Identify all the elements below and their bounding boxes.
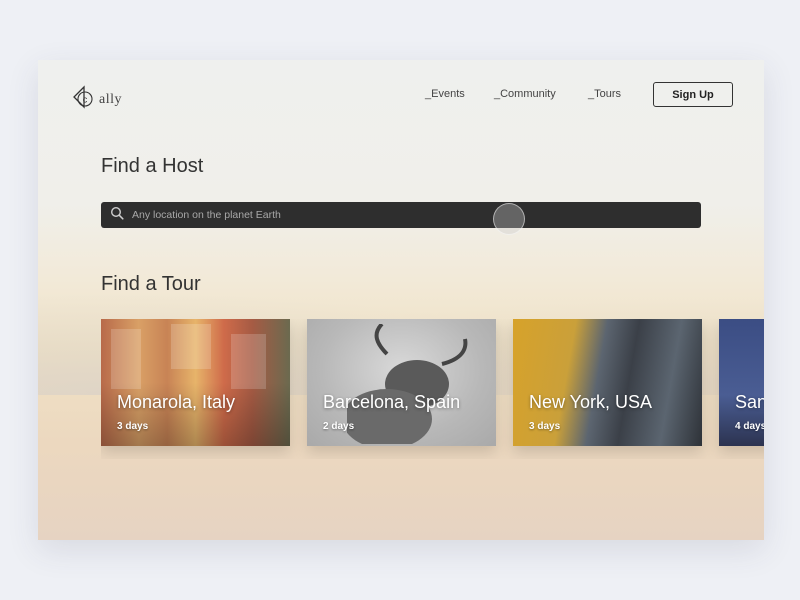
host-search-bar[interactable]	[101, 202, 701, 228]
search-icon	[110, 206, 124, 225]
tour-card-duration: 3 days	[117, 421, 149, 432]
bull-image	[347, 324, 468, 444]
nav-tours-link[interactable]: _Tours	[588, 88, 638, 100]
tour-card-monarola[interactable]: Monarola, Italy 3 days	[101, 319, 290, 446]
building-shape	[231, 334, 266, 389]
building-shape	[171, 324, 211, 369]
location-search-input[interactable]	[132, 209, 672, 221]
nav-community-link[interactable]: _Community	[494, 88, 574, 100]
find-tour-heading: Find a Tour	[101, 273, 201, 295]
tour-card-new-york[interactable]: New York, USA 3 days	[513, 319, 702, 446]
cally-logo-icon: c	[71, 84, 97, 110]
svg-text:c: c	[83, 95, 88, 105]
sign-up-button[interactable]: Sign Up	[653, 82, 733, 107]
tour-card-duration: 4 days	[735, 421, 764, 432]
building-shape	[111, 329, 141, 389]
tour-card-barcelona[interactable]: Barcelona, Spain 2 days	[307, 319, 496, 446]
tour-card-title: Barcelona, Spain	[323, 392, 461, 412]
app-window: c ally _Events _Community _Tours Sign Up…	[38, 60, 764, 540]
tour-card-title: San	[735, 392, 764, 412]
tour-carousel[interactable]: Monarola, Italy 3 days Barcelona, Spain …	[101, 319, 764, 459]
nav-events-link[interactable]: _Events	[425, 88, 485, 100]
tour-card-san[interactable]: San 4 days	[719, 319, 764, 446]
tour-card-duration: 2 days	[323, 421, 355, 432]
tour-card-duration: 3 days	[529, 421, 561, 432]
logo[interactable]: c ally	[71, 84, 122, 110]
tour-card-title: New York, USA	[529, 392, 653, 412]
logo-text: ally	[99, 92, 122, 107]
tour-card-title: Monarola, Italy	[117, 392, 236, 412]
find-host-heading: Find a Host	[101, 155, 204, 177]
mouse-cursor-indicator	[493, 203, 525, 235]
